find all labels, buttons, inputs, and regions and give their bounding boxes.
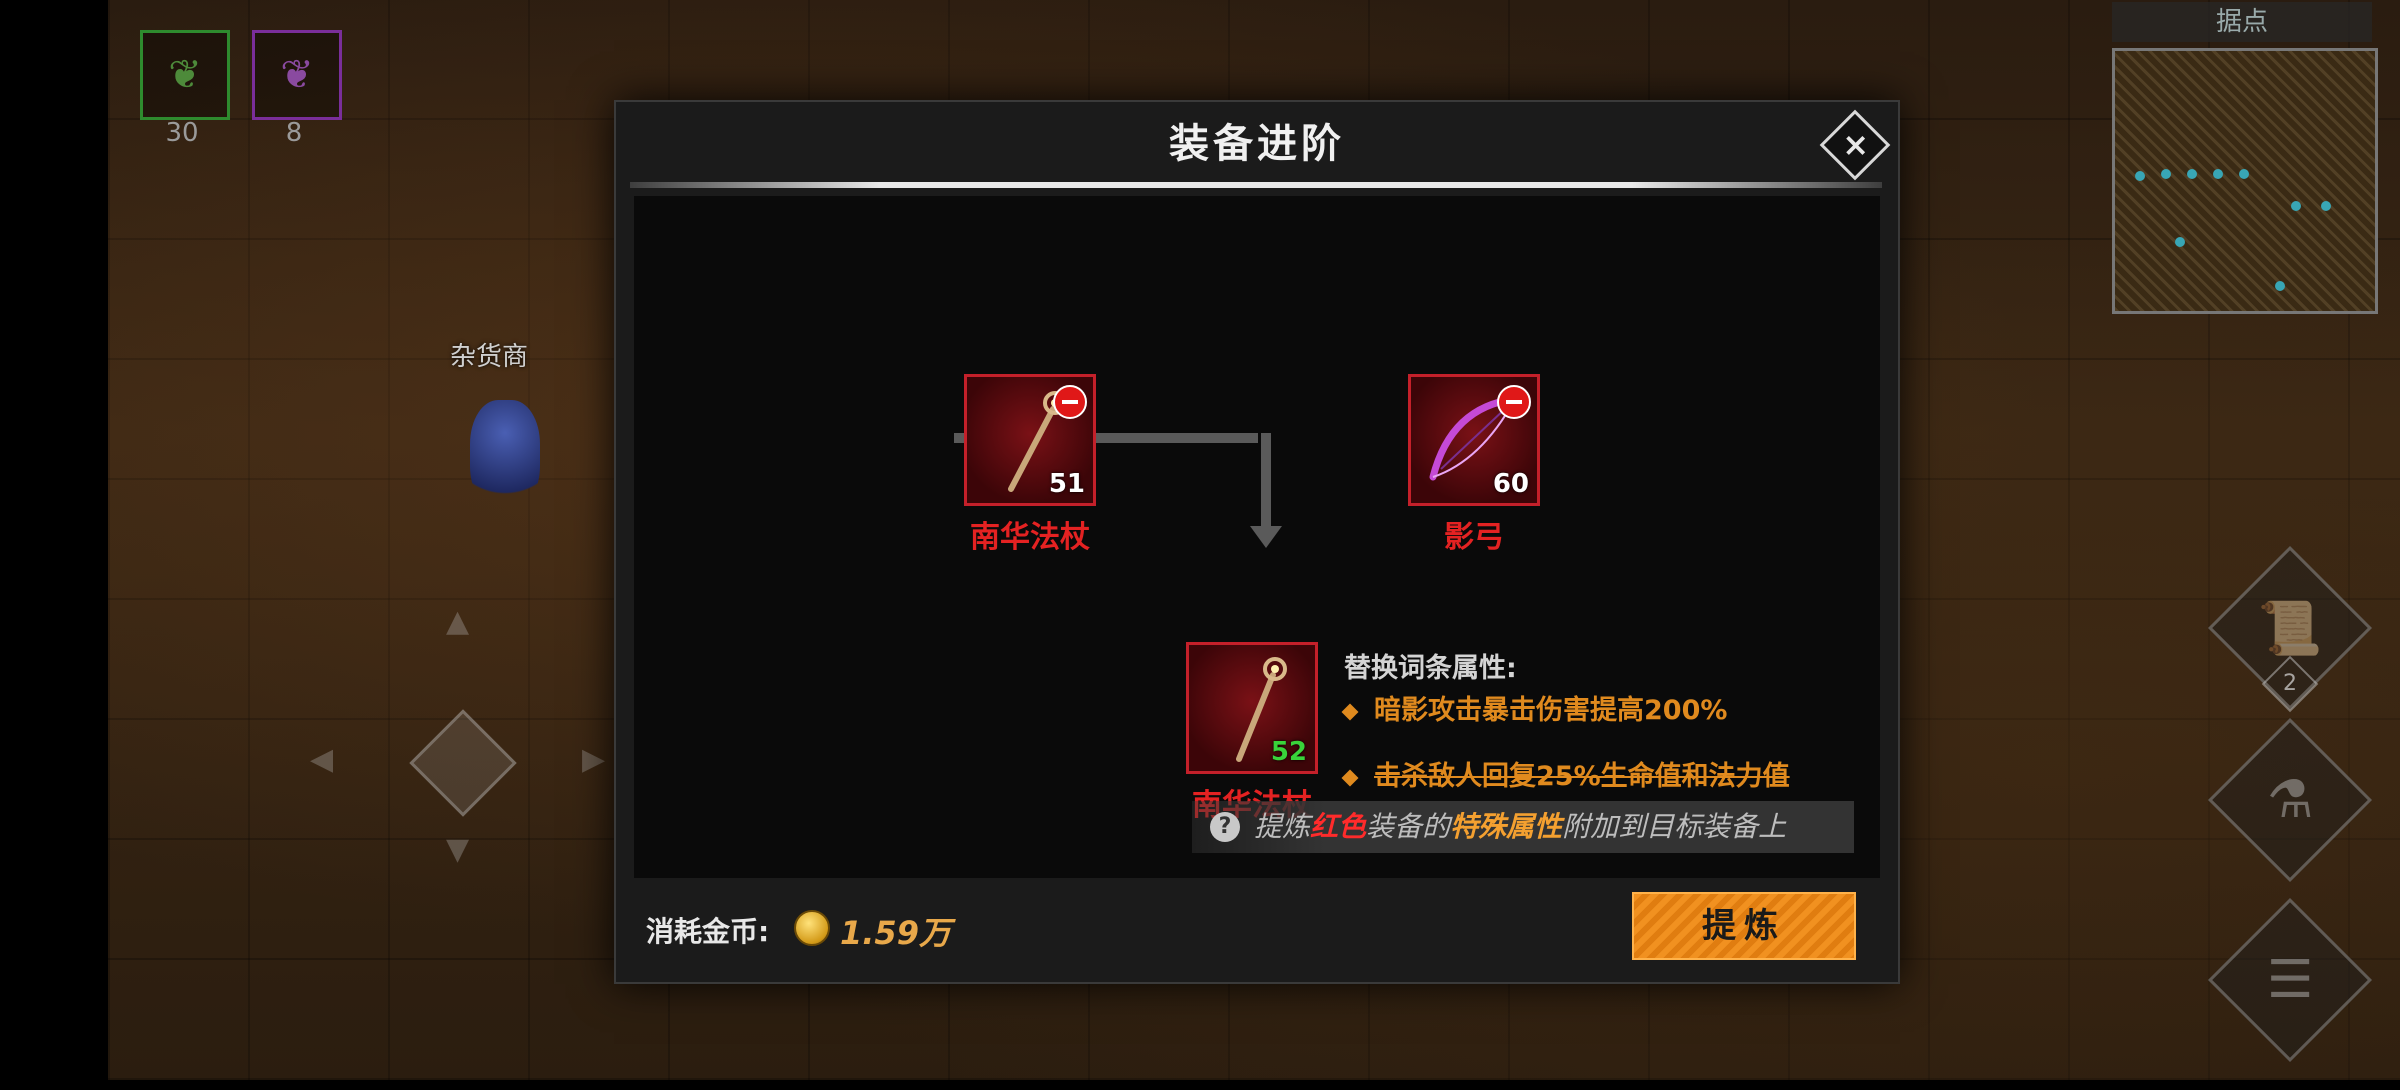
dialog-title: 装备进阶 [1169,121,1345,167]
hint-text: 提炼红色装备的特殊属性附加到目标装备上 [1254,810,1787,843]
list-menu-icon: ☰ [2266,950,2314,1010]
joystick-up-arrow-icon: ▲ [446,604,470,639]
minimap-marker [2161,169,2171,179]
movement-joystick[interactable]: ◀ ▶ ▲ ▼ [310,604,610,910]
npc-merchant[interactable] [470,400,540,510]
connector-arrow-icon [1250,526,1282,548]
bullet-diamond-icon [1341,769,1359,786]
minimap-title: 据点 [2112,2,2372,42]
joystick-down-arrow-icon: ▼ [446,832,470,867]
equipment-upgrade-dialog: 装备进阶 × 51 南华法杖 60 影弓 52 替换词条属性: 暗影攻击暴击伤害… [614,100,1900,984]
purple-pouch-icon: ❦ [280,52,314,98]
source-item-bow[interactable]: 60 [1408,374,1540,506]
minimap-marker [2275,281,2285,291]
cost-value: 1.59万 [840,914,951,952]
npc-name-label: 杂货商 [450,342,529,372]
source-item-name: 南华法杖 [970,520,1090,555]
green-pouch-slot[interactable]: ❦ [140,30,230,120]
result-item-staff[interactable]: 52 [1186,642,1318,774]
joystick-left-arrow-icon: ◀ [310,742,334,777]
refine-button[interactable]: 提炼 [1632,892,1856,960]
minimap-marker [2213,169,2223,179]
cost-label: 消耗金币: [646,915,770,948]
refine-hint: ? 提炼红色装备的特殊属性附加到目标装备上 [1192,801,1854,853]
purple-pouch-slot[interactable]: ❦ [252,30,342,120]
green-pouch-icon: ❦ [168,52,202,98]
item-level: 60 [1492,469,1529,499]
close-icon: × [1842,125,1870,164]
title-divider [630,182,1882,188]
help-icon[interactable]: ? [1210,812,1240,842]
upgrade-content-panel: 51 南华法杖 60 影弓 52 南华法杖 替换词条属性: [634,196,1880,878]
attribute-section-title: 替换词条属性: [1344,653,1517,684]
potion-icon: ⚗ [2266,770,2314,830]
minimap-marker [2187,169,2197,179]
minimap-marker [2239,169,2249,179]
remove-icon[interactable] [1497,385,1531,419]
minimap-marker [2291,201,2301,211]
item-level: 51 [1048,469,1085,499]
gold-coin-icon [794,910,830,946]
source-item-staff[interactable]: 51 [964,374,1096,506]
removed-attribute: 击杀敌人回复25%生命值和法力值 [1341,754,1790,793]
connector-vertical [1261,433,1271,529]
item-level: 52 [1270,737,1307,767]
source-item-name: 影弓 [1444,520,1504,555]
joystick-knob[interactable] [409,709,517,817]
joystick-right-arrow-icon: ▶ [582,742,606,777]
green-pouch-count: 30 [165,118,199,148]
new-attribute: 暗影攻击暴击伤害提高200% [1341,688,1727,727]
minimap-marker [2175,237,2185,247]
purple-pouch-count: 8 [285,118,303,148]
minimap-marker [2135,171,2145,181]
minimap[interactable] [2112,48,2378,314]
bullet-diamond-icon [1341,703,1359,720]
remove-icon[interactable] [1053,385,1087,419]
minimap-marker [2321,201,2331,211]
